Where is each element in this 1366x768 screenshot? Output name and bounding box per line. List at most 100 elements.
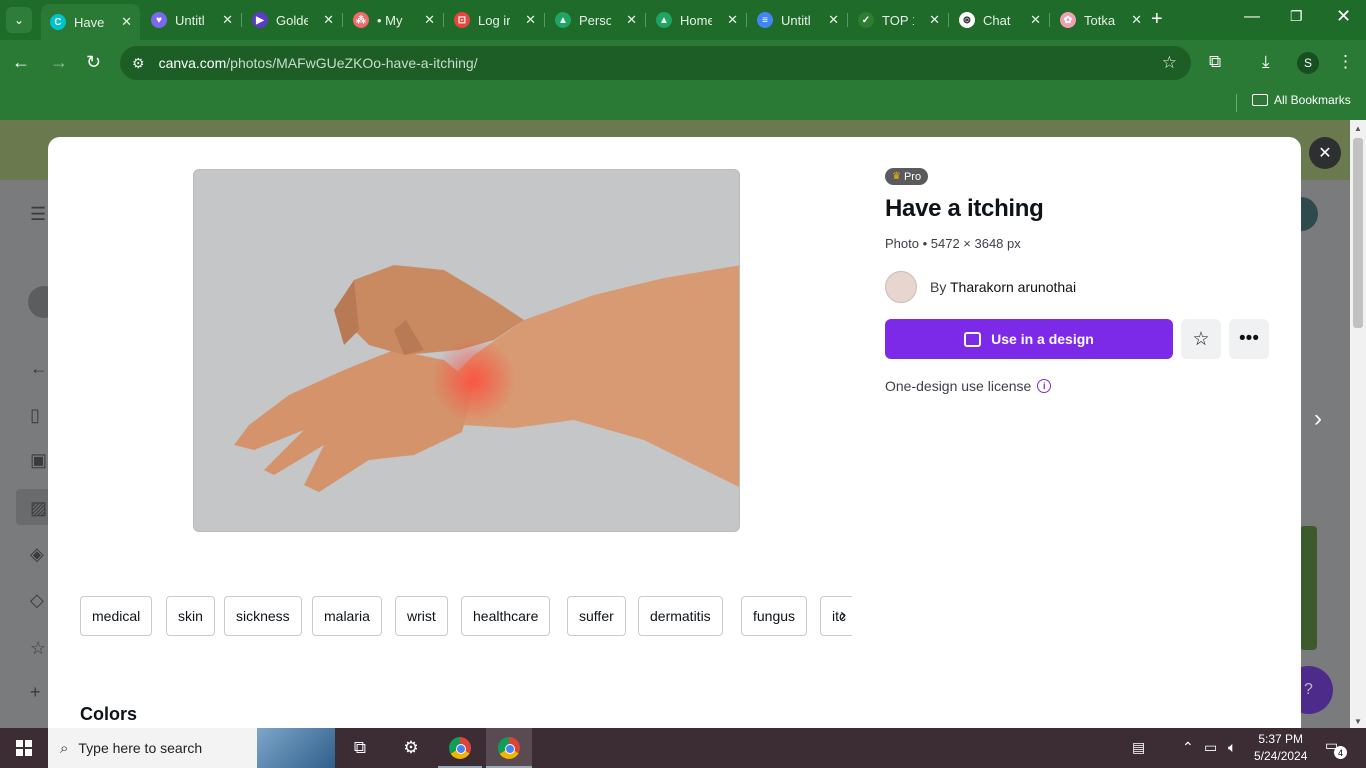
tab-title: Log ir — [478, 12, 510, 28]
page-scrollbar[interactable]: ▲ ▼ — [1350, 120, 1366, 728]
tab-close-icon[interactable]: ✕ — [424, 12, 435, 28]
browser-tab[interactable]: ≡ Untitl ✕ — [748, 6, 847, 34]
browser-tab[interactable]: ⊡ Log ir ✕ — [445, 6, 544, 34]
scroll-down-icon[interactable]: ▼ — [1354, 717, 1362, 726]
author-name[interactable]: Tharakorn arunothai — [950, 279, 1076, 295]
keyword-tag[interactable]: wrist — [395, 596, 448, 636]
address-bar[interactable]: ⚙ canva.com/photos/MAFwGUeZKOo-have-a-it… — [120, 46, 1191, 80]
settings-gear-icon[interactable]: ⚙ — [397, 736, 425, 760]
use-in-design-button[interactable]: Use in a design — [885, 319, 1173, 359]
browser-toolbar: ← → ↻ ⚙ canva.com/photos/MAFwGUeZKOo-hav… — [0, 40, 1366, 86]
scroll-up-icon[interactable]: ▲ — [1354, 124, 1362, 133]
news-icon[interactable]: ▤ — [1132, 739, 1145, 756]
taskbar-clock[interactable]: 5:37 PM 5/24/2024 — [1254, 731, 1307, 765]
tab-title: TOP 1 — [882, 12, 914, 28]
keyword-tag[interactable]: malaria — [312, 596, 382, 636]
image-icon: ▨ — [30, 498, 48, 518]
tab-close-icon[interactable]: ✕ — [626, 12, 637, 28]
keyword-tags: medical skin sickness malaria wrist healthcar… — [80, 596, 852, 638]
keyword-tag[interactable]: skin — [166, 596, 215, 636]
tab-separator — [948, 13, 949, 27]
tab-favicon-icon: ⊡ — [454, 12, 470, 28]
browser-tab[interactable]: ✿ Totka ✕ — [1051, 6, 1150, 34]
extensions-icon[interactable]: ⧉ — [1209, 52, 1221, 72]
browser-tab[interactable]: ⁂ • My ✕ — [344, 6, 443, 34]
use-in-design-label: Use in a design — [991, 331, 1094, 347]
keyword-tag[interactable]: healthcare — [461, 596, 551, 636]
url-path: /photos/MAFwGUeZKOo-have-a-itching/ — [226, 55, 478, 71]
tab-search-button[interactable]: ⌄ — [6, 7, 32, 33]
hamburger-icon: ☰ — [30, 204, 47, 224]
windows-start-icon[interactable] — [16, 740, 32, 756]
tab-close-icon[interactable]: ✕ — [929, 12, 940, 28]
battery-icon[interactable]: ▭ — [1204, 739, 1217, 756]
all-bookmarks[interactable]: All Bookmarks — [1252, 93, 1351, 107]
tab-title: Untitl — [175, 12, 205, 28]
chrome-profile-2-icon[interactable] — [495, 736, 523, 760]
briefcase-icon: ▣ — [30, 450, 48, 470]
tab-close-icon[interactable]: ✕ — [828, 12, 839, 28]
tab-close-icon[interactable]: ✕ — [1030, 12, 1041, 28]
browser-tab[interactable]: ▲ Home ✕ — [647, 6, 746, 34]
forward-icon[interactable]: → — [50, 52, 68, 73]
bookmark-star-icon[interactable]: ☆ — [1162, 53, 1177, 73]
author-avatar[interactable] — [885, 271, 917, 303]
modal-close-button[interactable]: ✕ — [1309, 137, 1341, 169]
scroll-thumb[interactable] — [1353, 138, 1363, 328]
browser-tab[interactable]: ▶ Golde ✕ — [243, 6, 342, 34]
browser-tab[interactable]: ♥ Untitl ✕ — [142, 6, 241, 34]
keyword-tag[interactable]: medical — [80, 596, 153, 636]
site-info-icon[interactable]: ⚙ — [132, 55, 145, 72]
reload-icon[interactable]: ↻ — [86, 52, 101, 73]
new-tab-button[interactable]: + — [1151, 8, 1163, 31]
browser-tab[interactable]: C Have ✕ — [41, 4, 140, 40]
favorite-star-button[interactable]: ☆ — [1181, 319, 1221, 359]
keyword-tag[interactable]: fungus — [741, 596, 808, 636]
task-view-icon[interactable]: ⧉ — [346, 736, 374, 760]
image-icon — [964, 331, 982, 347]
star-icon: ☆ — [30, 638, 47, 658]
bookmarks-bar: All Bookmarks — [0, 86, 1366, 120]
tags-next-chevron-icon[interactable]: › — [840, 605, 846, 626]
keyword-tag[interactable]: suffer — [567, 596, 626, 636]
download-icon[interactable]: ⤓ — [1262, 52, 1270, 72]
tab-close-icon[interactable]: ✕ — [727, 12, 738, 28]
tab-title: • My — [377, 12, 403, 28]
more-options-button[interactable]: ••• — [1229, 319, 1269, 359]
browser-tab[interactable]: ▲ Perso ✕ — [546, 6, 645, 34]
volume-icon[interactable]: 🔈︎ — [1228, 739, 1236, 756]
keyword-tag[interactable]: itc — [820, 596, 852, 636]
menu-kebab-icon[interactable]: ⋮ — [1337, 52, 1354, 72]
window-close-icon[interactable]: ✕ — [1336, 6, 1351, 27]
photo-preview[interactable] — [193, 169, 740, 532]
notifications-icon[interactable]: ▭ 4 — [1325, 737, 1347, 759]
tab-close-icon[interactable]: ✕ — [1131, 12, 1142, 28]
right-thumbnail — [1300, 526, 1317, 650]
profile-avatar[interactable]: S — [1297, 52, 1319, 74]
tab-separator — [544, 13, 545, 27]
tab-favicon-icon: ✿ — [1060, 12, 1076, 28]
tab-title: Have — [74, 14, 105, 30]
crown-icon: ♛ — [892, 171, 901, 182]
minimize-icon[interactable]: — — [1244, 8, 1260, 26]
tray-chevron-icon[interactable]: ⌃ — [1182, 739, 1194, 756]
keyword-tag[interactable]: dermatitis — [638, 596, 723, 636]
tab-close-icon[interactable]: ✕ — [323, 12, 334, 28]
notification-count: 4 — [1334, 746, 1347, 759]
bookmarks-divider — [1236, 94, 1237, 112]
next-photo-chevron-icon[interactable]: › — [1314, 405, 1322, 433]
tab-close-icon[interactable]: ✕ — [525, 12, 536, 28]
keyword-tag[interactable]: sickness — [224, 596, 302, 636]
tab-title: Chat — [983, 12, 1011, 28]
pro-badge-label: Pro — [903, 170, 922, 183]
browser-tab[interactable]: ✓ TOP 1 ✕ — [849, 6, 948, 34]
restore-icon[interactable]: ❐ — [1290, 8, 1303, 25]
info-icon[interactable]: i — [1037, 379, 1052, 393]
chrome-profile-1-icon[interactable] — [446, 736, 474, 760]
back-icon[interactable]: ← — [12, 52, 30, 73]
tab-close-icon[interactable]: ✕ — [121, 14, 132, 30]
tab-close-icon[interactable]: ✕ — [222, 12, 233, 28]
browser-tab[interactable]: ⊛ Chat ✕ — [950, 6, 1049, 34]
tab-separator — [746, 13, 747, 27]
taskbar-search[interactable]: ⌕ Type here to search — [48, 728, 335, 768]
